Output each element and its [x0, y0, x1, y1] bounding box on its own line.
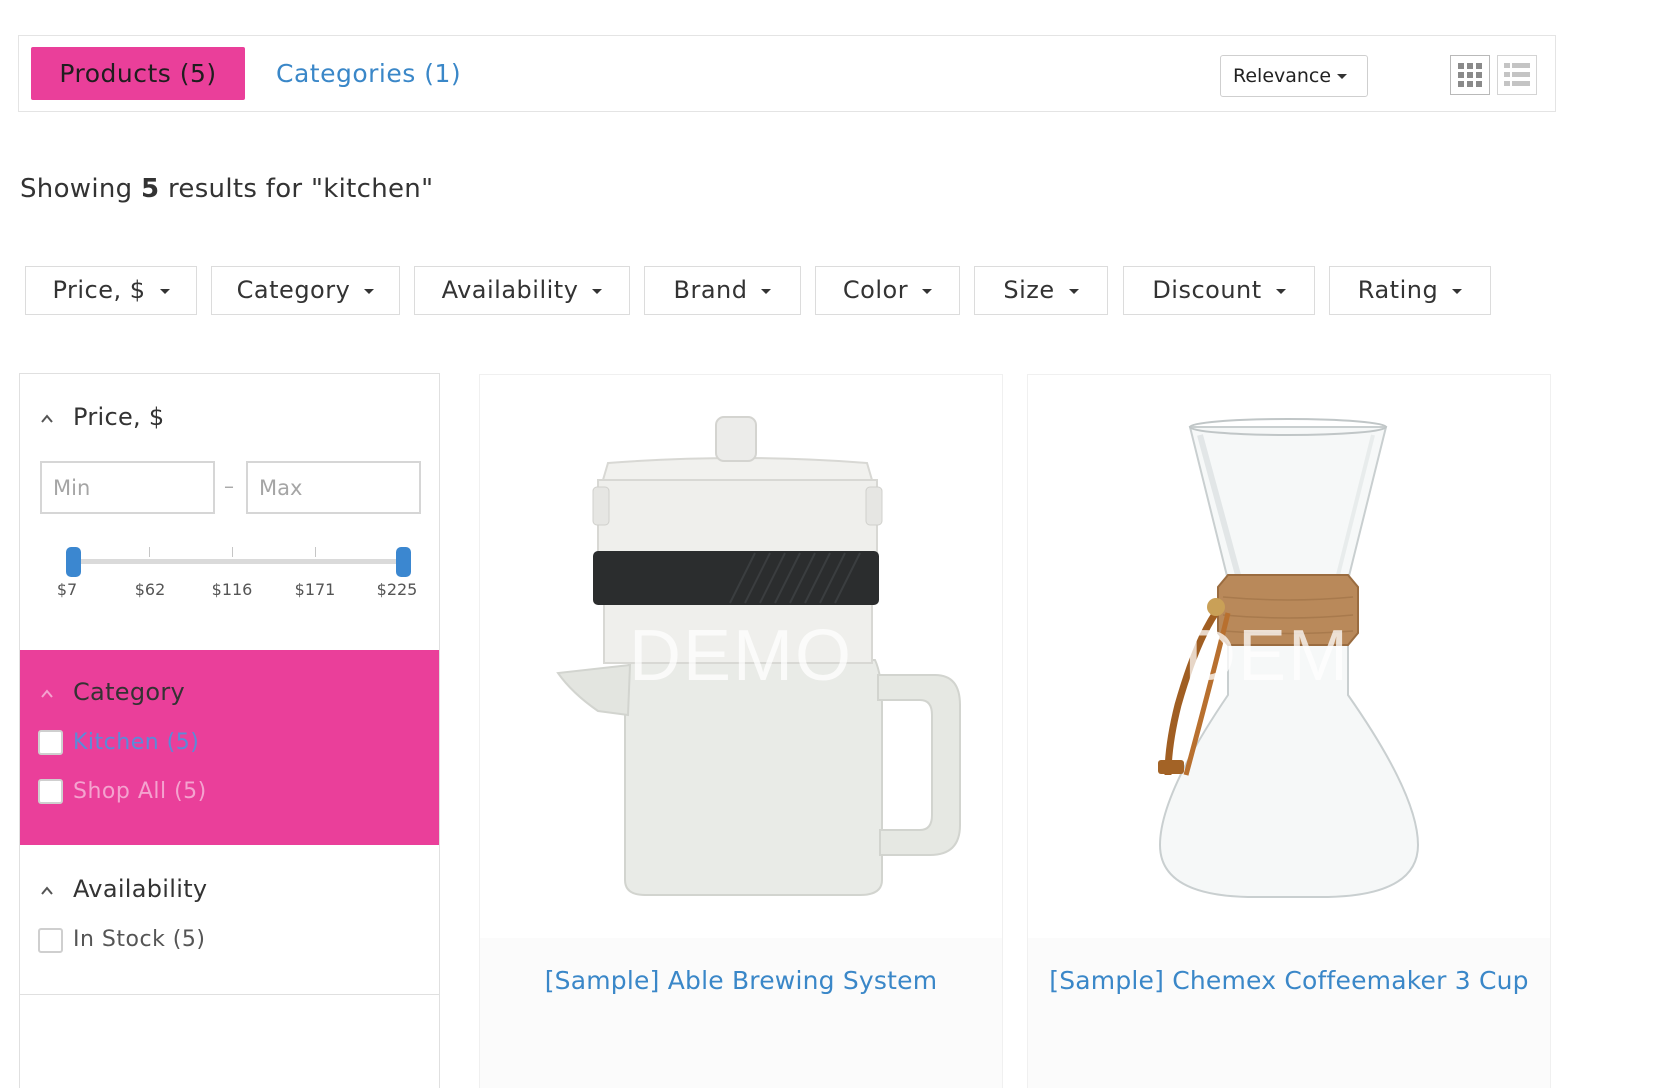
- price-tick-label: $116: [211, 580, 253, 599]
- price-tick-label: $225: [376, 580, 418, 599]
- caret-down-icon: [1452, 288, 1463, 294]
- caret-down-icon: [1275, 288, 1286, 294]
- sort-select-value: Relevance: [1233, 65, 1332, 87]
- slider-tick: [149, 547, 150, 557]
- list-view-icon: [1504, 63, 1530, 86]
- caret-down-icon: [159, 288, 170, 294]
- filter-discount-label: Discount: [1152, 276, 1262, 304]
- filter-category-dropdown[interactable]: Category: [211, 266, 400, 315]
- tab-categories[interactable]: Categories (1): [276, 47, 461, 100]
- results-suffix: results for "kitchen": [159, 174, 434, 204]
- tab-products[interactable]: Products (5): [31, 47, 245, 100]
- list-view-button[interactable]: [1497, 55, 1537, 95]
- filter-availability-label: Availability: [441, 276, 579, 304]
- price-tick-label: $62: [134, 580, 166, 599]
- price-min-input[interactable]: [40, 461, 215, 514]
- caret-down-icon: [592, 288, 603, 294]
- category-shop-all-checkbox[interactable]: [38, 779, 63, 804]
- filter-availability-dropdown[interactable]: Availability: [414, 266, 630, 315]
- product-card[interactable]: DEMO [Sample] Able Brewing System: [479, 374, 1003, 1088]
- filter-price-dropdown[interactable]: Price, $: [25, 266, 197, 315]
- caret-down-icon: [761, 288, 772, 294]
- product-image-chemex: DEMO: [1158, 418, 1420, 898]
- availability-in-stock-checkbox[interactable]: [38, 928, 63, 953]
- results-prefix: Showing: [20, 174, 142, 204]
- filter-brand-dropdown[interactable]: Brand: [644, 266, 801, 315]
- slider-tick: [315, 547, 316, 557]
- filter-discount-dropdown[interactable]: Discount: [1123, 266, 1315, 315]
- product-image-brewer: DEMO: [556, 416, 961, 896]
- product-title-link[interactable]: [Sample] Chemex Coffeemaker 3 Cup: [1028, 966, 1550, 995]
- price-tick-label: $171: [294, 580, 336, 599]
- price-range-separator: –: [224, 474, 234, 498]
- product-info: [480, 938, 1002, 1088]
- category-shop-all-label[interactable]: Shop All (5): [73, 779, 207, 804]
- caret-down-icon: [364, 288, 375, 294]
- facet-category-title[interactable]: Category: [73, 678, 185, 706]
- product-title-link[interactable]: [Sample] Able Brewing System: [480, 966, 1002, 995]
- facet-price-title[interactable]: Price, $: [73, 403, 164, 431]
- facet-availability-title[interactable]: Availability: [73, 875, 207, 903]
- price-slider-min-handle[interactable]: [65, 547, 81, 577]
- product-card[interactable]: DEMO [Sample] Chemex Coffeemaker 3 Cup: [1027, 374, 1551, 1088]
- filter-size-dropdown[interactable]: Size: [974, 266, 1108, 315]
- chevron-up-icon[interactable]: [40, 884, 54, 898]
- grid-view-icon: [1458, 63, 1482, 87]
- caret-down-icon: [1068, 288, 1079, 294]
- facet-divider: [20, 994, 439, 995]
- price-tick-label: $7: [56, 580, 78, 599]
- chevron-up-icon[interactable]: [40, 687, 54, 701]
- price-max-input[interactable]: [246, 461, 421, 514]
- results-tabbar: Products (5) Categories (1) Relevance: [18, 35, 1556, 112]
- filter-price-label: Price, $: [52, 276, 146, 304]
- results-summary: Showing 5 results for "kitchen": [20, 174, 433, 204]
- chevron-up-icon[interactable]: [40, 412, 54, 426]
- category-kitchen-checkbox[interactable]: [38, 730, 63, 755]
- results-count: 5: [141, 174, 160, 204]
- grid-view-button[interactable]: [1450, 55, 1490, 95]
- demo-watermark: DEMO: [1184, 616, 1408, 696]
- facet-category: Category Kitchen (5) Shop All (5): [20, 650, 439, 845]
- product-image[interactable]: DEMO: [1028, 375, 1550, 935]
- product-info: [1028, 938, 1550, 1088]
- category-kitchen-label[interactable]: Kitchen (5): [73, 730, 199, 755]
- filter-brand-label: Brand: [673, 276, 748, 304]
- sort-select[interactable]: Relevance: [1220, 55, 1368, 97]
- product-image[interactable]: DEMO: [480, 375, 1002, 935]
- filter-color-label: Color: [842, 276, 909, 304]
- availability-in-stock-label[interactable]: In Stock (5): [73, 927, 205, 952]
- caret-down-icon: [1337, 74, 1348, 79]
- filter-sidebar: Price, $ – $7 $62 $116 $171 $225 Categor…: [19, 373, 440, 1088]
- filter-rating-dropdown[interactable]: Rating: [1329, 266, 1491, 315]
- filter-size-label: Size: [1003, 276, 1055, 304]
- filter-category-label: Category: [236, 276, 351, 304]
- slider-tick: [232, 547, 233, 557]
- filter-rating-label: Rating: [1357, 276, 1439, 304]
- price-slider-max-handle[interactable]: [395, 547, 411, 577]
- caret-down-icon: [922, 288, 933, 294]
- demo-watermark: DEMO: [629, 616, 853, 696]
- filter-color-dropdown[interactable]: Color: [815, 266, 960, 315]
- price-slider-track[interactable]: [73, 559, 403, 564]
